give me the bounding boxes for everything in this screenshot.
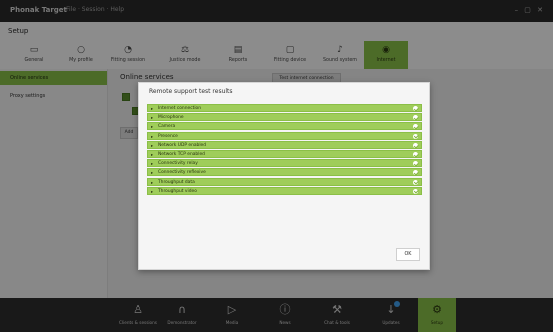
expand-arrow-icon: ▸ <box>151 142 154 148</box>
expand-arrow-icon: ▸ <box>151 188 154 194</box>
result-label: Presence <box>158 133 178 139</box>
expand-arrow-icon: ▸ <box>151 151 154 157</box>
results-list: ▸ Internet connection ▸ Microphone ▸ Cam… <box>147 104 422 196</box>
result-row[interactable]: ▸ Throughput data <box>147 177 422 186</box>
expand-arrow-icon: ▸ <box>151 179 154 185</box>
expand-arrow-icon: ▸ <box>151 115 154 121</box>
result-label: Connectivity relay <box>158 161 198 167</box>
result-label: Network UDP enabled <box>158 142 207 148</box>
expand-arrow-icon: ▸ <box>151 170 154 176</box>
check-circle-icon <box>413 161 418 167</box>
check-circle-icon <box>413 142 418 148</box>
result-label: Connectivity reflexive <box>158 170 206 176</box>
check-circle-icon <box>413 124 418 130</box>
check-circle-icon <box>413 151 418 157</box>
expand-arrow-icon: ▸ <box>151 124 154 130</box>
expand-arrow-icon: ▸ <box>151 133 154 139</box>
result-label: Throughput data <box>158 179 195 185</box>
ok-button[interactable]: OK <box>396 248 420 261</box>
check-circle-icon <box>413 115 418 121</box>
result-row[interactable]: ▸ Connectivity reflexive <box>147 168 422 177</box>
dialog-title: Remote support test results <box>149 88 233 95</box>
expand-arrow-icon: ▸ <box>151 161 154 167</box>
result-row[interactable]: ▸ Camera <box>147 122 422 131</box>
result-label: Camera <box>158 124 176 130</box>
result-label: Microphone <box>158 115 184 121</box>
result-row[interactable]: ▸ Connectivity relay <box>147 159 422 168</box>
check-circle-icon <box>413 133 418 139</box>
remote-support-dialog: Remote support test results ▸ Internet c… <box>138 82 430 270</box>
result-row[interactable]: ▸ Microphone <box>147 113 422 122</box>
result-label: Network TCP enabled <box>158 151 205 157</box>
result-row[interactable]: ▸ Throughput video <box>147 186 422 195</box>
result-row[interactable]: ▸ Network TCP enabled <box>147 149 422 158</box>
result-row[interactable]: ▸ Presence <box>147 131 422 140</box>
check-circle-icon <box>413 106 418 111</box>
result-row[interactable]: ▸ Internet connection <box>147 104 422 112</box>
check-circle-icon <box>413 188 418 194</box>
result-label: Throughput video <box>158 188 197 194</box>
result-label: Internet connection <box>158 106 202 111</box>
check-circle-icon <box>413 170 418 176</box>
expand-arrow-icon: ▸ <box>151 106 154 111</box>
result-row[interactable]: ▸ Network UDP enabled <box>147 140 422 149</box>
check-circle-icon <box>413 179 418 185</box>
